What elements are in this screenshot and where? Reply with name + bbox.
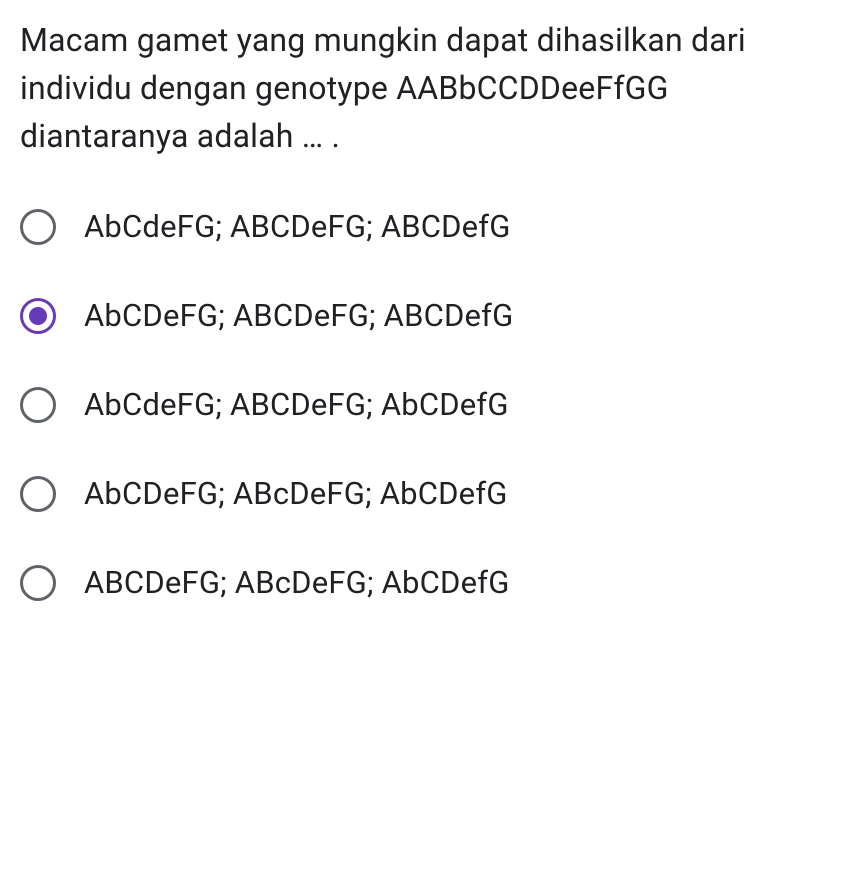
option-2[interactable]: AbCdeFG; ABCDeFG; AbCDefG [20, 386, 841, 423]
question-text: Macam gamet yang mungkin dapat dihasilka… [20, 16, 841, 160]
radio-selected-icon [20, 298, 56, 334]
option-1[interactable]: AbCDeFG; ABCDeFG; ABCDefG [20, 297, 841, 334]
option-label: AbCdeFG; ABCDeFG; AbCDefG [84, 386, 509, 423]
radio-icon [20, 387, 56, 423]
option-0[interactable]: AbCdeFG; ABCDeFG; ABCDefG [20, 208, 841, 245]
option-3[interactable]: AbCDeFG; ABcDeFG; AbCDefG [20, 475, 841, 512]
radio-icon [20, 209, 56, 245]
option-label: AbCdeFG; ABCDeFG; ABCDefG [84, 208, 511, 245]
radio-inner-icon [29, 307, 47, 325]
options-container: AbCdeFG; ABCDeFG; ABCDefG AbCDeFG; ABCDe… [20, 208, 841, 601]
option-label: ABCDeFG; ABcDeFG; AbCDefG [84, 564, 510, 601]
option-4[interactable]: ABCDeFG; ABcDeFG; AbCDefG [20, 564, 841, 601]
radio-icon [20, 565, 56, 601]
option-label: AbCDeFG; ABCDeFG; ABCDefG [84, 297, 513, 334]
option-label: AbCDeFG; ABcDeFG; AbCDefG [84, 475, 508, 512]
radio-icon [20, 476, 56, 512]
